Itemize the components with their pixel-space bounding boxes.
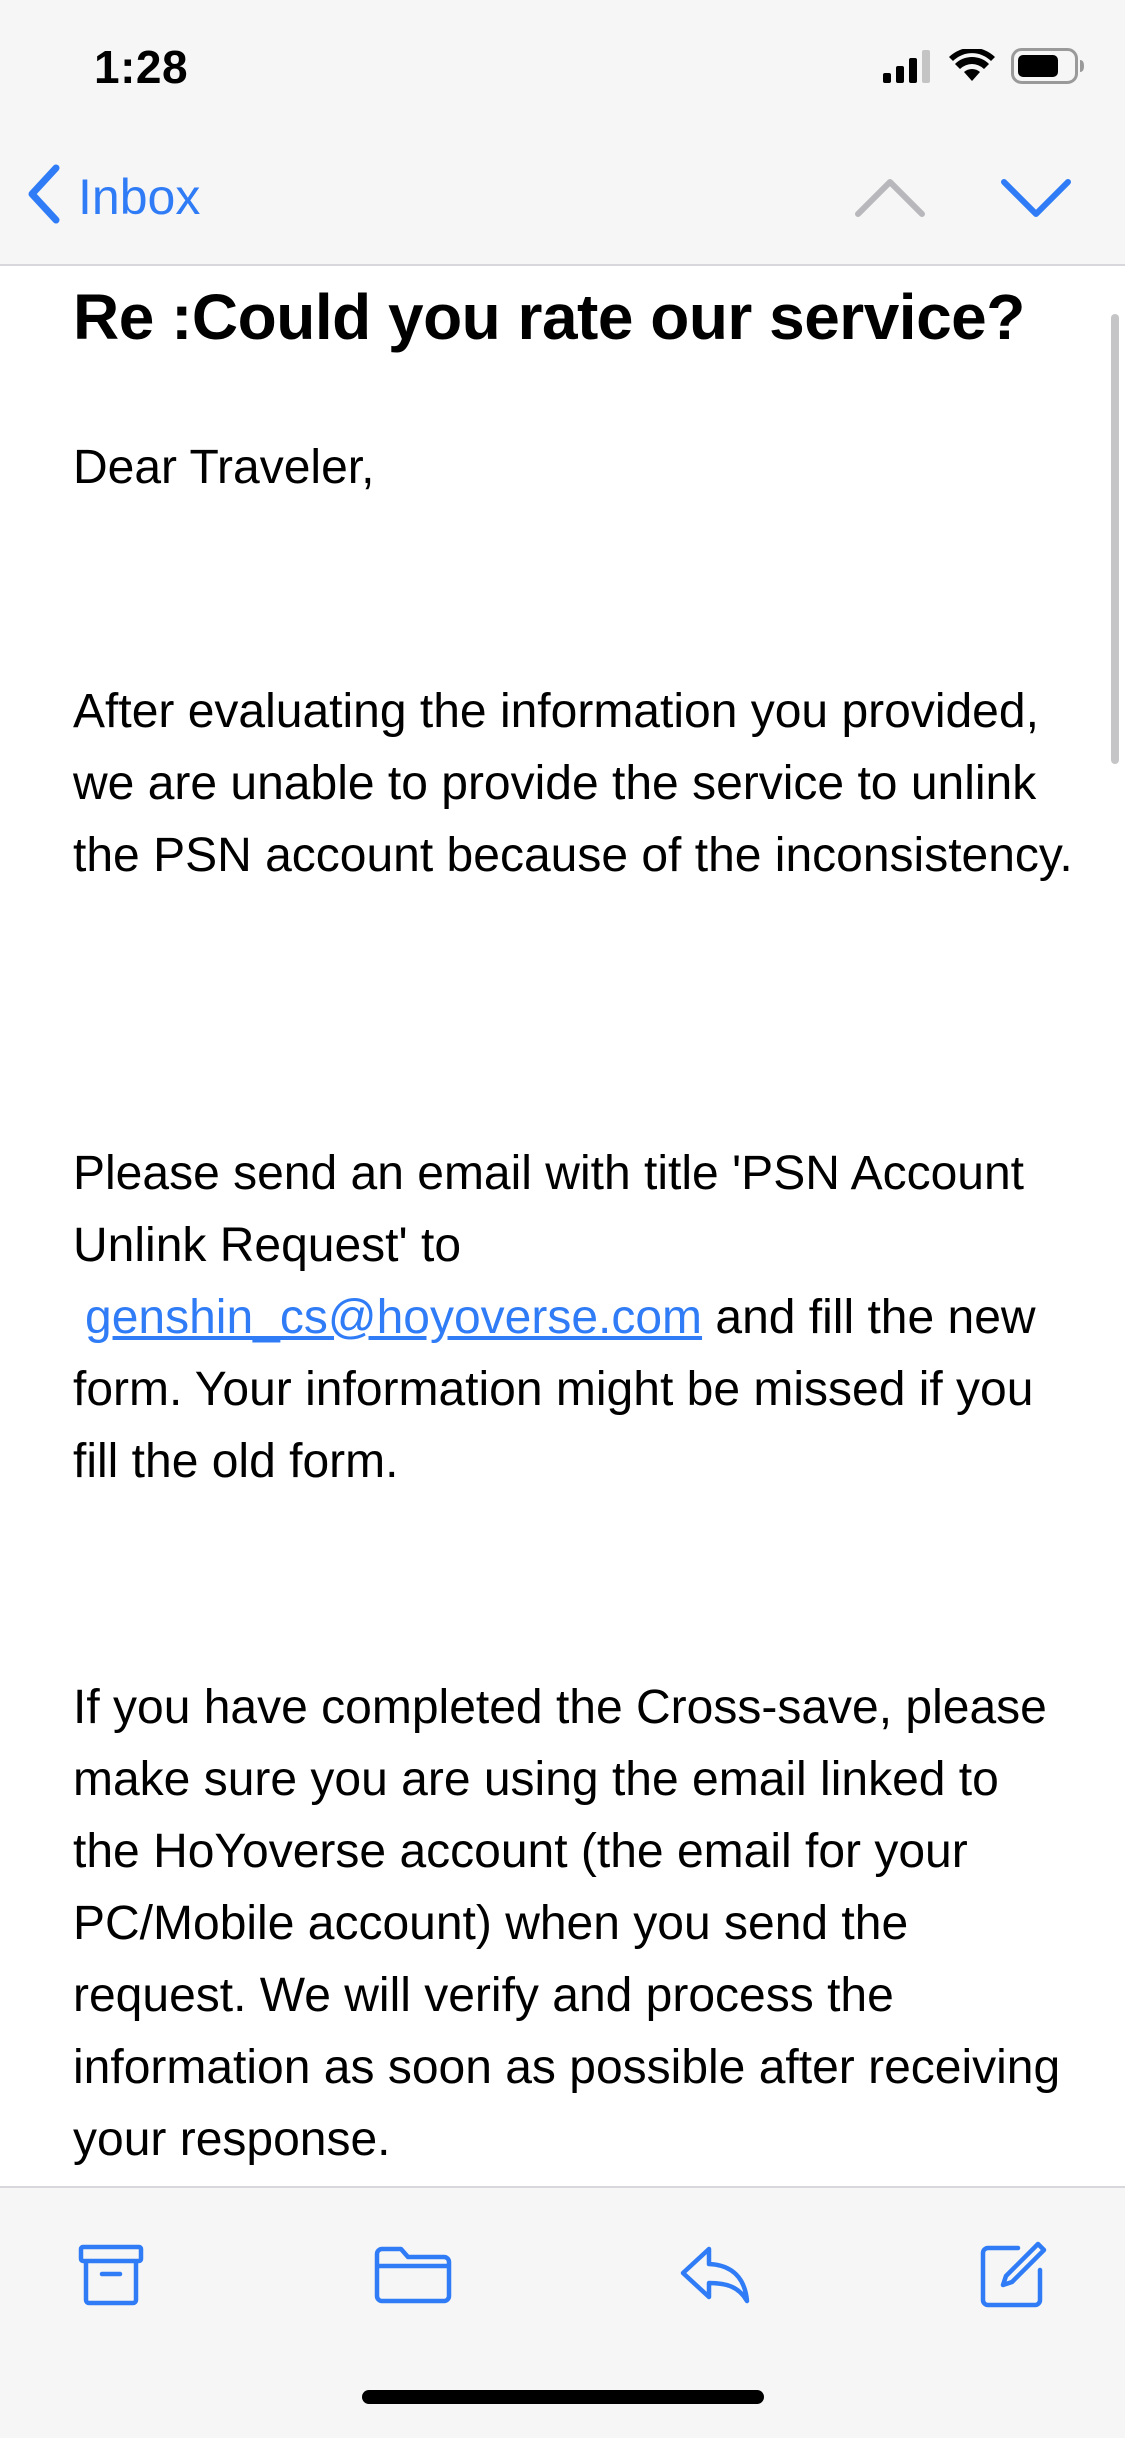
message-paragraph: If you have completed the Cross-save, pl… [73,1681,1061,2166]
status-time: 1:28 [94,41,189,93]
paragraph-text: Please send an email with title 'PSN Acc… [73,1147,1024,1272]
previous-message-button[interactable] [850,168,930,233]
archive-icon [78,2244,144,2311]
message-subject: Re :Could you rate our service? [73,281,1025,353]
reply-icon [677,2243,753,2312]
status-icons [883,47,1085,89]
chevron-down-icon [996,179,1076,232]
nav-bar: Inbox [0,140,1125,266]
move-to-folder-button[interactable] [368,2232,458,2322]
compose-button[interactable] [968,2232,1058,2322]
wifi-icon [949,47,995,88]
message-content[interactable]: Re :Could you rate our service? Dear Tra… [0,266,1125,2186]
status-bar: 1:28 [0,0,1125,140]
cellular-signal-icon [883,49,933,88]
email-link[interactable]: genshin_cs@hoyoverse.com [73,1291,702,1344]
message-paragraph: After evaluating the information you pro… [73,685,1073,882]
message-greeting: Dear Traveler, [73,441,375,494]
chevron-left-icon [24,162,64,231]
message-paragraph: Please send an email with title 'PSN Acc… [73,1138,1073,1498]
battery-icon [1011,48,1085,89]
compose-icon [978,2240,1048,2315]
folder-icon [373,2244,453,2311]
archive-button[interactable] [66,2232,156,2322]
scrollbar[interactable] [1111,314,1119,764]
back-button-label: Inbox [78,168,201,225]
reply-button[interactable] [670,2232,760,2322]
back-to-inbox-button[interactable]: Inbox [24,162,200,231]
chevron-up-icon [850,179,930,232]
next-message-button[interactable] [996,168,1076,233]
home-indicator[interactable] [362,2390,764,2404]
